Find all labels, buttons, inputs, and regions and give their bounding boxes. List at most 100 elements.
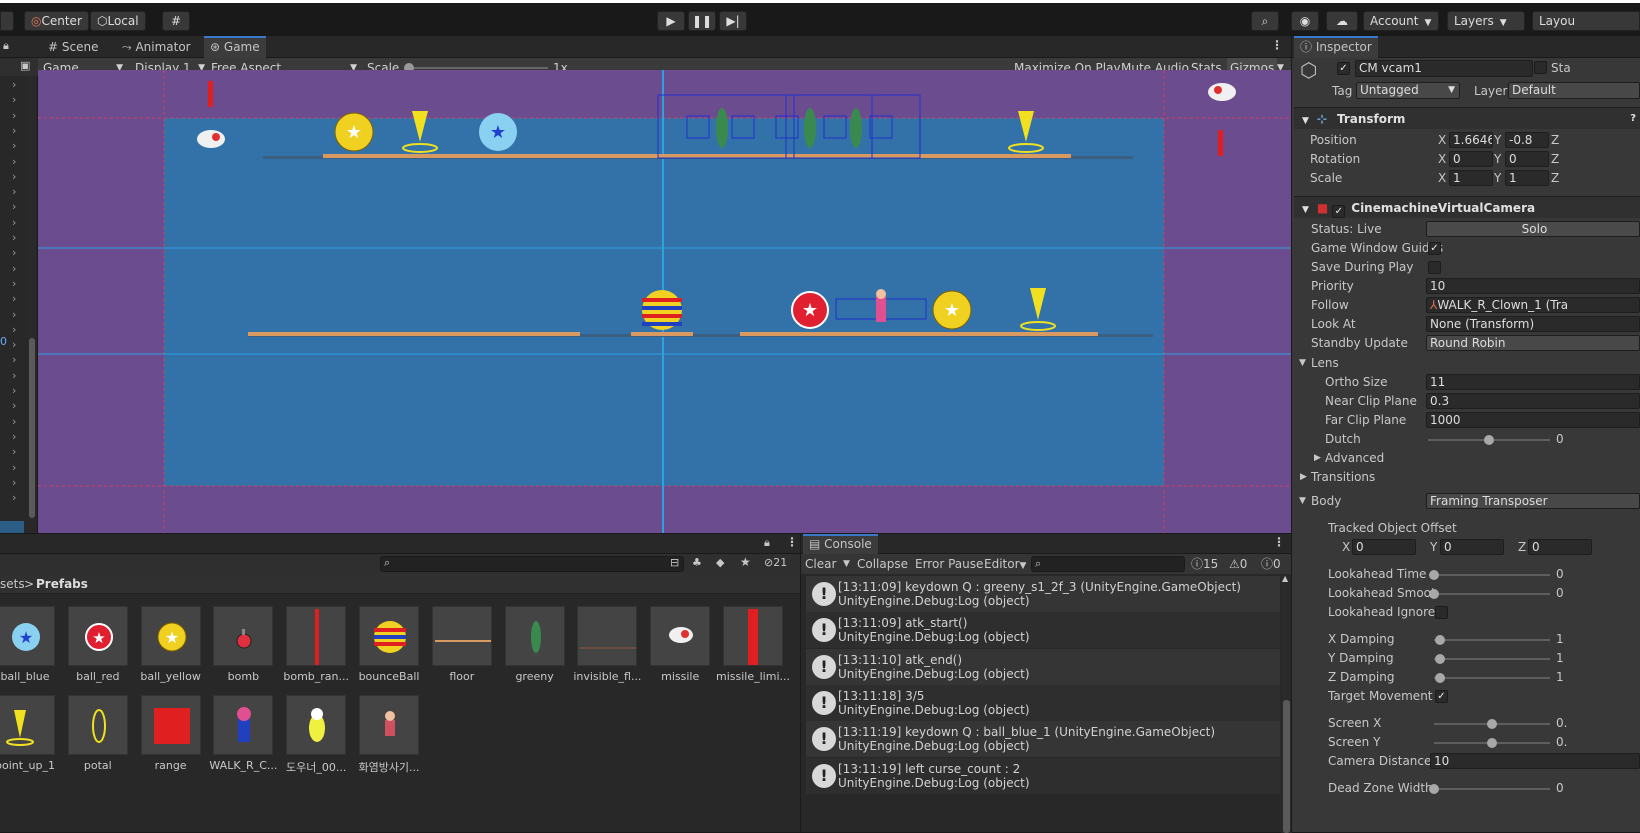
x-damping-value[interactable]: 1 [1556, 630, 1564, 649]
console-log-entry[interactable]: ! [13:11:10] atk_end() UnityEngine.Debug:L… [806, 648, 1280, 685]
y-damping-value[interactable]: 1 [1556, 649, 1564, 668]
console-log-entry[interactable]: ! [13:11:09] keydown Q : greeny_s1_2f_3 (… [806, 576, 1280, 612]
asset-bomb[interactable] [213, 606, 274, 666]
asset-missile[interactable] [650, 606, 711, 666]
tab-game[interactable]: ⊛ Game [204, 36, 266, 58]
expand-chevron-icon[interactable]: › [12, 262, 16, 275]
screen-x-slider-knob[interactable] [1487, 719, 1497, 729]
pivot-center-button[interactable]: ◎Center [24, 11, 89, 31]
x-damping-slider[interactable] [1434, 639, 1550, 641]
lookahead-time-slider-knob[interactable] [1429, 570, 1439, 580]
hierarchy-selected-row[interactable] [0, 521, 24, 533]
expand-chevron-icon[interactable]: › [12, 185, 16, 198]
pause-button[interactable]: ❚❚ [688, 11, 716, 31]
tracked-x-field[interactable]: 0 [1352, 539, 1416, 555]
asset-floor[interactable] [431, 606, 492, 666]
scroll-up-icon[interactable]: ▲ [1282, 574, 1288, 583]
vcam-header[interactable]: ▼ ■ ✓ CinemachineVirtualCamera [1294, 196, 1640, 218]
scale-slider[interactable] [408, 67, 548, 69]
expand-chevron-icon[interactable]: › [12, 384, 16, 397]
x-damping-slider-knob[interactable] [1434, 635, 1445, 645]
expand-chevron-icon[interactable]: › [12, 78, 16, 91]
expand-chevron-icon[interactable]: › [12, 323, 16, 336]
game-viewport[interactable]: ★ ★ ★ ★ [38, 70, 1291, 533]
expand-chevron-icon[interactable]: › [12, 124, 16, 137]
lookahead-smoothing-slider-knob[interactable] [1429, 589, 1439, 599]
object-name-field[interactable]: CM vcam1 [1355, 60, 1533, 77]
breadcrumb-assets[interactable]: sets [0, 574, 25, 594]
tag-icon[interactable]: ◆ [716, 556, 724, 569]
save-during-play-checkbox[interactable] [1428, 261, 1441, 274]
camera-distance-field[interactable]: 10 [1430, 753, 1640, 769]
project-search-input[interactable]: ⌕ [380, 556, 684, 572]
expand-chevron-icon[interactable]: › [12, 399, 16, 412]
expand-chevron-icon[interactable]: › [12, 139, 16, 152]
tab-animator[interactable]: ⤳ Animator [116, 36, 197, 58]
expand-chevron-icon[interactable]: › [12, 430, 16, 443]
position-y-field[interactable]: -0.8 [1505, 132, 1549, 148]
expand-chevron-icon[interactable]: › [12, 109, 16, 122]
hidden-count[interactable]: ⊘21 [764, 556, 787, 569]
y-damping-slider[interactable] [1434, 658, 1550, 660]
expand-chevron-icon[interactable]: › [12, 231, 16, 244]
near-clip-field[interactable]: 0.3 [1426, 393, 1640, 409]
dead-zone-width-slider[interactable] [1434, 788, 1550, 790]
expand-chevron-icon[interactable]: › [12, 93, 16, 106]
tracked-z-field[interactable]: 0 [1528, 539, 1592, 555]
tab-scene[interactable]: # Scene [42, 36, 104, 58]
editor-dropdown[interactable]: Editor▼ [984, 554, 1026, 576]
asset-ball-blue[interactable]: ★ [0, 606, 55, 666]
console-search-input[interactable]: ⌕ [1031, 556, 1185, 572]
error-pause-toggle[interactable]: Error Pause [915, 554, 983, 574]
log-count-toggle[interactable]: ⓘ15 [1191, 554, 1218, 574]
solo-button[interactable]: Solo [1426, 221, 1640, 237]
y-damping-slider-knob[interactable] [1434, 654, 1445, 664]
transform-header[interactable]: ▼ ⊹ Transform? [1294, 107, 1640, 129]
step-button[interactable]: ▶| [719, 11, 747, 31]
asset-greeny[interactable] [504, 606, 565, 666]
vcam-enabled-checkbox[interactable]: ✓ [1332, 205, 1346, 218]
collab-button[interactable]: ◉ [1291, 11, 1319, 31]
scale-y-field[interactable]: 1 [1505, 170, 1549, 186]
warning-count-toggle[interactable]: ⚠0 [1229, 554, 1247, 574]
rotation-y-field[interactable]: 0 [1505, 151, 1549, 167]
scrollbar-thumb[interactable] [29, 338, 35, 518]
asset-ball-red[interactable]: ★ [67, 606, 128, 666]
more-icon[interactable]: ⋮ [786, 535, 798, 549]
active-checkbox[interactable]: ✓ [1337, 62, 1350, 75]
grid-snap-button[interactable]: # [162, 11, 190, 31]
screen-x-value[interactable]: 0. [1556, 714, 1567, 733]
expand-chevron-icon[interactable]: › [12, 476, 16, 489]
console-log-entry[interactable]: ! [13:11:09] atk_start() UnityEngine.Debug… [806, 612, 1280, 649]
help-icon[interactable]: ? [1630, 108, 1636, 130]
chevron-down-icon[interactable]: ▼ [1299, 492, 1306, 511]
filter-icon[interactable]: ♣ [692, 556, 702, 569]
asset-point-up[interactable] [0, 695, 55, 755]
lock-icon[interactable]: 🔒︎ [764, 536, 770, 550]
clear-button[interactable]: Clear [805, 554, 836, 574]
layers-dropdown[interactable]: Layers ▼ [1447, 11, 1525, 31]
expand-chevron-icon[interactable]: › [12, 353, 16, 366]
pivot-local-button[interactable]: ⬡Local [90, 11, 146, 31]
asset-missile-limit[interactable] [723, 606, 783, 666]
expand-chevron-icon[interactable]: › [12, 170, 16, 183]
asset-bomb-range[interactable] [286, 606, 347, 666]
dead-zone-width-slider-knob[interactable] [1429, 784, 1439, 794]
lookahead-ignore-checkbox[interactable] [1435, 606, 1448, 619]
tab-inspector[interactable]: ⓘ Inspector [1294, 36, 1378, 58]
more-icon[interactable]: ⋮ [1271, 38, 1283, 52]
asset-invisible-floor[interactable] [577, 606, 638, 666]
lookahead-time-value[interactable]: 0 [1556, 565, 1564, 584]
expand-chevron-icon[interactable]: › [12, 461, 16, 474]
asset-ball-yellow[interactable]: ★ [140, 606, 201, 666]
lookahead-smoothing-slider[interactable] [1434, 593, 1550, 595]
standby-update-dropdown[interactable]: Round Robin [1426, 335, 1640, 351]
tab-console[interactable]: ▤ Console [803, 534, 878, 554]
screen-y-value[interactable]: 0. [1556, 733, 1567, 752]
expand-chevron-icon[interactable]: › [12, 216, 16, 229]
follow-field[interactable]: ⅄WALK_R_Clown_1 (Tra [1426, 297, 1640, 313]
lookahead-smoothing-value[interactable]: 0 [1556, 584, 1564, 603]
tag-dropdown[interactable]: Untagged ▼ [1356, 82, 1460, 99]
position-x-field[interactable]: 1.6646 [1449, 132, 1493, 148]
expand-chevron-icon[interactable]: › [12, 277, 16, 290]
